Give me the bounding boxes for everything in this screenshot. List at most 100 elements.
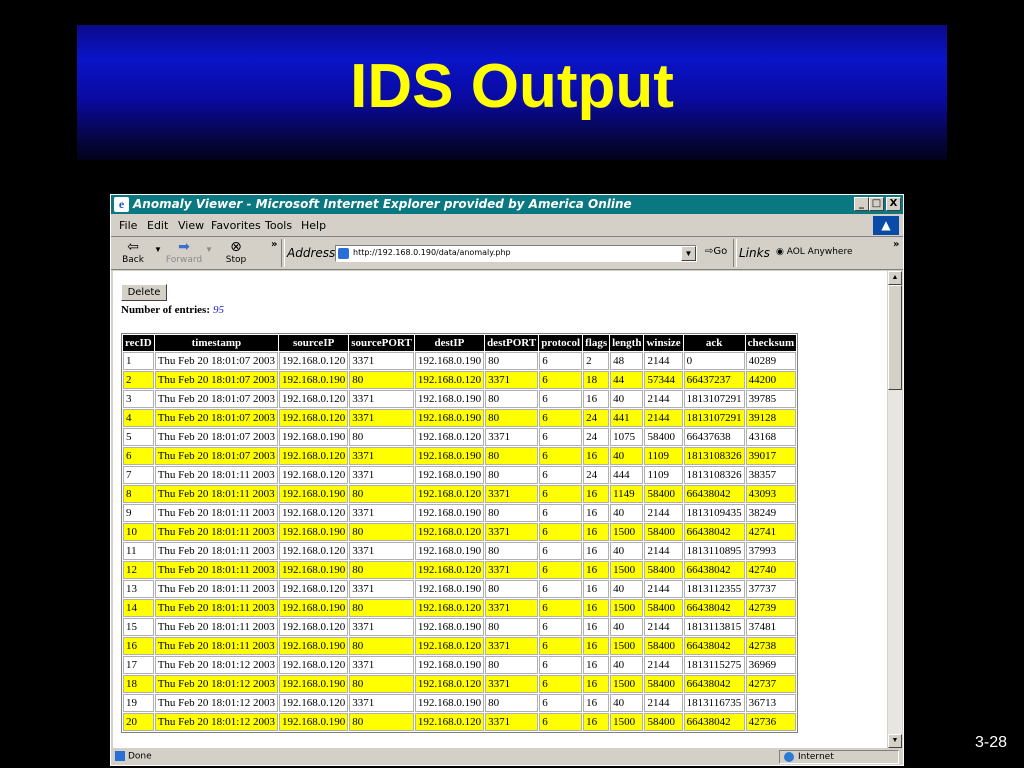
address-url: http://192.168.0.190/data/anomaly.php — [353, 248, 511, 257]
menu-tools[interactable]: Tools — [265, 219, 292, 232]
browser-window: e Anomaly Viewer - Microsoft Internet Ex… — [110, 194, 904, 766]
cell-checksum: 43093 — [745, 485, 797, 503]
cell-sourceip: 192.168.0.190 — [279, 599, 349, 617]
toolbar-more-chevron[interactable]: » — [271, 239, 277, 250]
toolbar: ⇦ Back ▼ ➡ Forward ▼ ⊗ Stop » Address ht… — [111, 237, 903, 270]
delete-button[interactable]: Delete — [121, 284, 167, 301]
cell-protocol: 6 — [539, 352, 583, 370]
cell-flags: 16 — [583, 390, 610, 408]
cell-checksum: 42738 — [745, 637, 797, 655]
cell-length: 40 — [610, 694, 644, 712]
cell-winsize: 2144 — [644, 542, 683, 560]
cell-destip: 192.168.0.120 — [414, 485, 485, 503]
cell-protocol: 6 — [539, 428, 583, 446]
scroll-down-icon[interactable]: ▼ — [888, 734, 902, 748]
back-dropdown-icon[interactable]: ▼ — [154, 245, 162, 254]
ie-icon: e — [114, 197, 129, 212]
cell-winsize: 2144 — [644, 618, 683, 636]
cell-winsize: 58400 — [644, 561, 683, 579]
cell-checksum: 39785 — [745, 390, 797, 408]
address-input[interactable]: http://192.168.0.190/data/anomaly.php ▼ — [335, 245, 697, 262]
cell-sourceport: 3371 — [349, 466, 414, 484]
maximize-button[interactable]: □ — [869, 197, 884, 211]
cell-sourceport: 3371 — [349, 447, 414, 465]
close-button[interactable]: X — [886, 197, 901, 211]
cell-sourceport: 80 — [349, 675, 414, 693]
scroll-thumb[interactable] — [888, 285, 902, 390]
cell-destport: 80 — [485, 694, 539, 712]
forward-dropdown-icon[interactable]: ▼ — [205, 245, 213, 254]
cell-ack: 1813107291 — [683, 390, 745, 408]
cell-flags: 24 — [583, 409, 610, 427]
forward-button[interactable]: ➡ Forward — [164, 239, 204, 265]
stop-button[interactable]: ⊗ Stop — [216, 239, 256, 265]
links-more-chevron[interactable]: » — [893, 239, 899, 250]
cell-destip: 192.168.0.190 — [414, 618, 485, 636]
cell-winsize: 58400 — [644, 599, 683, 617]
address-dropdown-icon[interactable]: ▼ — [681, 246, 696, 261]
menu-file[interactable]: File — [119, 219, 137, 232]
cell-sourceip: 192.168.0.120 — [279, 447, 349, 465]
cell-sourceip: 192.168.0.120 — [279, 409, 349, 427]
cell-timestamp: Thu Feb 20 18:01:11 2003 — [154, 466, 279, 484]
cell-timestamp: Thu Feb 20 18:01:12 2003 — [154, 656, 279, 674]
cell-timestamp: Thu Feb 20 18:01:11 2003 — [154, 618, 279, 636]
cell-destport: 80 — [485, 466, 539, 484]
cell-winsize: 2144 — [644, 656, 683, 674]
cell-winsize: 58400 — [644, 675, 683, 693]
cell-destport: 80 — [485, 390, 539, 408]
cell-destip: 192.168.0.120 — [414, 713, 485, 731]
cell-flags: 16 — [583, 580, 610, 598]
cell-checksum: 37737 — [745, 580, 797, 598]
col-checksum: checksum — [745, 335, 797, 351]
cell-ack: 1813108326 — [683, 466, 745, 484]
cell-ack: 66438042 — [683, 523, 745, 541]
cell-checksum: 36969 — [745, 656, 797, 674]
cell-checksum: 39017 — [745, 447, 797, 465]
cell-flags: 16 — [583, 694, 610, 712]
col-destip: destIP — [414, 335, 485, 351]
cell-sourceport: 3371 — [349, 504, 414, 522]
link-aol-anywhere[interactable]: ◉ AOL Anywhere — [776, 247, 853, 257]
cell-destip: 192.168.0.190 — [414, 447, 485, 465]
cell-sourceip: 192.168.0.190 — [279, 561, 349, 579]
cell-checksum: 42741 — [745, 523, 797, 541]
menu-edit[interactable]: Edit — [147, 219, 168, 232]
cell-checksum: 39128 — [745, 409, 797, 427]
menu-help[interactable]: Help — [301, 219, 326, 232]
cell-length: 40 — [610, 447, 644, 465]
back-button[interactable]: ⇦ Back — [113, 239, 153, 265]
scroll-up-icon[interactable]: ▲ — [888, 271, 902, 285]
cell-checksum: 37993 — [745, 542, 797, 560]
status-text: Done — [128, 751, 152, 762]
cell-destport: 3371 — [485, 675, 539, 693]
page-content: Delete Number of entries: 95 recID timest… — [113, 271, 887, 748]
menu-favorites[interactable]: Favorites — [211, 219, 261, 232]
cell-timestamp: Thu Feb 20 18:01:11 2003 — [154, 542, 279, 560]
minimize-button[interactable]: _ — [854, 197, 869, 211]
vertical-scrollbar[interactable]: ▲ ▼ — [888, 271, 902, 748]
cell-recid: 10 — [123, 523, 154, 541]
table-row: 18 Thu Feb 20 18:01:12 2003 192.168.0.190 8… — [123, 675, 797, 693]
cell-protocol: 6 — [539, 637, 583, 655]
cell-length: 1149 — [610, 485, 644, 503]
cell-sourceip: 192.168.0.120 — [279, 694, 349, 712]
go-button[interactable]: ⇨Go — [705, 246, 727, 257]
menu-view[interactable]: View — [178, 219, 204, 232]
entries-label: Number of entries: — [121, 304, 210, 316]
cell-ack: 66437237 — [683, 371, 745, 389]
cell-recid: 17 — [123, 656, 154, 674]
cell-flags: 18 — [583, 371, 610, 389]
cell-destip: 192.168.0.120 — [414, 637, 485, 655]
window-titlebar[interactable]: e Anomaly Viewer - Microsoft Internet Ex… — [111, 195, 903, 214]
cell-recid: 3 — [123, 390, 154, 408]
cell-timestamp: Thu Feb 20 18:01:11 2003 — [154, 485, 279, 503]
cell-recid: 5 — [123, 428, 154, 446]
table-row: 12 Thu Feb 20 18:01:11 2003 192.168.0.190 8… — [123, 561, 797, 579]
cell-timestamp: Thu Feb 20 18:01:07 2003 — [154, 428, 279, 446]
cell-timestamp: Thu Feb 20 18:01:07 2003 — [154, 371, 279, 389]
col-winsize: winsize — [644, 335, 683, 351]
back-label: Back — [122, 255, 144, 265]
cell-recid: 20 — [123, 713, 154, 731]
links-label[interactable]: Links — [739, 246, 770, 260]
